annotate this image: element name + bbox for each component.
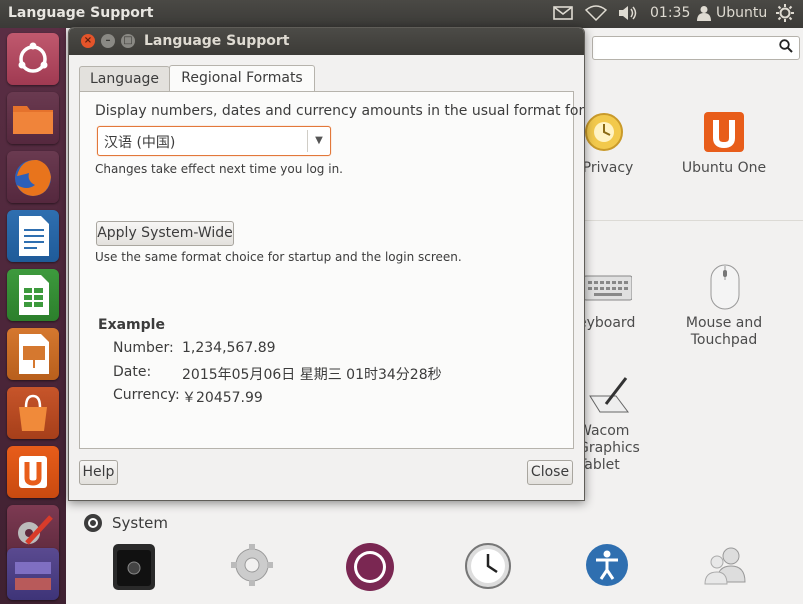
libreoffice-calc-icon[interactable] [7,269,59,321]
system-section-icon [83,513,103,537]
wifi-icon[interactable] [584,5,608,25]
details-icon[interactable] [229,542,275,592]
maximize-icon[interactable]: □ [121,34,135,48]
apply-system-wide-button[interactable]: Apply System-Wide [96,221,234,246]
wacom-tablet-icon[interactable] [586,376,632,420]
libreoffice-writer-icon[interactable] [7,210,59,262]
regional-formats-panel: Display numbers, dates and currency amou… [79,91,584,449]
search-input[interactable] [592,36,800,60]
language-icon[interactable] [345,542,395,596]
files-icon[interactable] [7,92,59,144]
help-button[interactable]: Help [79,460,118,485]
mail-icon[interactable] [553,5,573,25]
universal-access-icon[interactable] [584,542,630,592]
example-heading: Example [98,317,165,333]
ubuntu-one-icon[interactable] [7,446,59,498]
close-button[interactable]: Close [527,460,573,485]
firefox-icon[interactable] [7,151,59,203]
mouse-icon[interactable] [710,264,740,314]
privacy-icon[interactable] [584,110,624,158]
clock-text[interactable]: 01:35 [650,5,690,21]
tab-language[interactable]: Language [79,66,170,92]
libreoffice-impress-icon[interactable] [7,328,59,380]
number-label: Number: [113,340,174,356]
separator [576,220,803,221]
ubuntu-one-label[interactable]: Ubuntu One [678,160,770,177]
workspaces-icon[interactable] [7,548,59,600]
chevron-down-icon: ▼ [307,130,330,152]
currency-label: Currency: [113,387,180,403]
volume-icon[interactable] [617,5,639,25]
gear-icon[interactable] [776,4,794,26]
date-label: Date: [113,364,152,380]
ubuntu-one-settings-icon[interactable] [704,112,744,156]
keyboard-label[interactable]: eyboard [578,315,648,332]
currency-value: ￥20457.99 [182,390,263,406]
backup-icon[interactable] [112,542,156,596]
dialog-titlebar[interactable]: × – □ Language Support [69,28,584,55]
format-select[interactable]: 汉语 (中国) ▼ [97,126,331,156]
active-app-title: Language Support [8,5,154,21]
user-accounts-icon[interactable] [703,542,749,592]
system-section-title: System [112,514,168,532]
top-panel: Language Support 01:35 Ubuntu [0,0,803,28]
mouse-touchpad-label[interactable]: Mouse and Touchpad [678,315,770,349]
dialog-title: Language Support [144,33,290,49]
restart-note: Changes take effect next time you log in… [95,162,343,176]
minimize-icon[interactable]: – [101,34,115,48]
wacom-tablet-label[interactable]: Wacom Graphics Tablet [578,423,640,474]
format-prompt: Display numbers, dates and currency amou… [95,103,585,119]
format-select-value: 汉语 (中国) [104,135,176,151]
user-name[interactable]: Ubuntu [716,5,767,21]
language-support-dialog: × – □ Language Support Language Regional… [68,27,585,501]
software-center-icon[interactable] [7,387,59,439]
clock-icon[interactable] [464,542,512,594]
privacy-label[interactable]: Privacy [578,160,638,177]
search-icon [779,39,793,57]
date-value: 2015年05月06日 星期三 01时34分28秒 [182,367,442,383]
tab-regional-formats[interactable]: Regional Formats [169,65,315,93]
user-icon[interactable] [697,5,711,25]
apply-note: Use the same format choice for startup a… [95,250,462,264]
keyboard-icon[interactable] [583,274,633,306]
launcher [0,28,66,604]
ubuntu-dash-icon[interactable] [7,33,59,85]
close-icon[interactable]: × [81,34,95,48]
number-value: 1,234,567.89 [182,340,276,356]
